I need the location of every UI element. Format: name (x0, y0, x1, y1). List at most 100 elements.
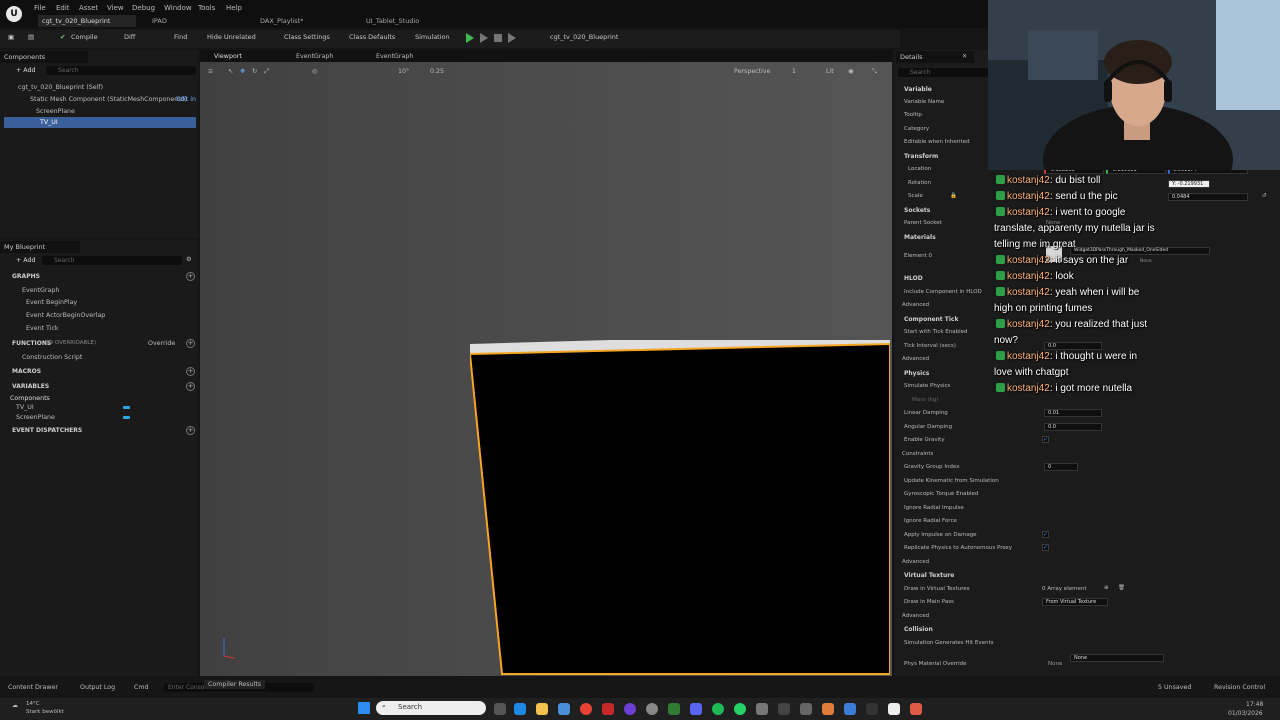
clock-time[interactable]: 17:48 (1246, 701, 1263, 708)
store-icon[interactable] (558, 703, 570, 715)
rotation-snap-value[interactable]: 10° (398, 68, 409, 75)
revision-control-button[interactable]: Revision Control (1214, 684, 1265, 691)
file-explorer-icon[interactable] (536, 703, 548, 715)
simulation-button[interactable]: Simulation (415, 33, 450, 41)
world-local-icon[interactable]: ◎ (312, 68, 318, 75)
menu-tools[interactable]: Tools (198, 4, 215, 12)
components-search-input[interactable]: Search (46, 66, 196, 75)
app-icon[interactable] (668, 703, 680, 715)
spotify-icon[interactable] (712, 703, 724, 715)
gravity-group-field[interactable]: 0 (1044, 463, 1078, 471)
app-icon[interactable] (602, 703, 614, 715)
diff-button[interactable]: Diff (124, 33, 135, 41)
section-variable[interactable]: Variable (904, 86, 932, 93)
whatsapp-icon[interactable] (734, 703, 746, 715)
scale-dropdown[interactable]: Scale (908, 193, 923, 199)
section-sockets[interactable]: Sockets (904, 207, 930, 214)
app-icon[interactable] (778, 703, 790, 715)
add-macro-icon[interactable]: + (186, 367, 195, 376)
component-root[interactable]: cgt_tv_020_Blueprint (Self) (18, 84, 103, 91)
edit-in-link[interactable]: Edit in (176, 96, 196, 103)
class-defaults-button[interactable]: Class Defaults (349, 33, 395, 41)
section-hlod[interactable]: HLOD (904, 275, 923, 282)
components-tab[interactable]: Components (0, 51, 88, 63)
class-settings-button[interactable]: Class Settings (284, 33, 330, 41)
event-tick[interactable]: Event Tick (26, 325, 59, 332)
debug-object-select[interactable]: cgt_tv_020_Blueprint (550, 33, 618, 41)
weather-temp[interactable]: 14°C (26, 701, 40, 707)
edge-icon[interactable] (514, 703, 526, 715)
variable-tv-ui[interactable]: TV_UI (16, 404, 34, 411)
menu-asset[interactable]: Asset (79, 4, 98, 12)
section-physics[interactable]: Physics (904, 370, 929, 377)
rotation-dropdown[interactable]: Rotation (908, 180, 931, 186)
select-tool-icon[interactable]: ↖ (228, 68, 233, 75)
location-dropdown[interactable]: Location (908, 166, 931, 172)
variables-header[interactable]: VARIABLES (12, 383, 49, 390)
lock-icon[interactable]: 🔒 (950, 193, 957, 199)
close-icon[interactable]: ✕ (962, 53, 967, 60)
clock-date[interactable]: 01/03/2026 (1228, 710, 1263, 717)
menu-edit[interactable]: Edit (56, 4, 70, 12)
show-flags-icon[interactable]: ◉ (848, 68, 854, 75)
apply-impulse-checkbox[interactable]: ✓ (1042, 531, 1049, 538)
weather-desc[interactable]: Stark bewölkt (26, 709, 64, 715)
app-icon[interactable] (646, 703, 658, 715)
variables-components-group[interactable]: Components (10, 395, 50, 402)
tab-eventgraph[interactable]: EventGraph (296, 53, 333, 60)
browse-icon[interactable]: ▤ (28, 33, 34, 41)
menu-window[interactable]: Window (164, 4, 192, 12)
app-icon[interactable] (844, 703, 856, 715)
taskbar-search-input[interactable]: Search (376, 701, 486, 715)
component-tv-ui[interactable]: TV_UI (40, 119, 58, 126)
section-collision[interactable]: Collision (904, 626, 933, 633)
viewport-options-icon[interactable]: ≡ (208, 68, 213, 75)
app-icon[interactable] (756, 703, 768, 715)
save-icon[interactable]: ▣ (8, 33, 14, 41)
task-view-icon[interactable] (494, 703, 506, 715)
event-actorbeginoverlap[interactable]: Event ActorBeginOverlap (26, 312, 105, 319)
myblueprint-search-input[interactable]: Search (42, 256, 182, 265)
find-button[interactable]: Find (174, 33, 187, 41)
details-search-input[interactable]: Search (898, 68, 988, 77)
component-screenplane[interactable]: ScreenPlane (36, 108, 75, 115)
section-component-tick[interactable]: Component Tick (904, 316, 958, 323)
compiler-results-tab[interactable]: Compiler Results (204, 680, 266, 689)
menu-debug[interactable]: Debug (132, 4, 155, 12)
tab-viewport[interactable]: Viewport (214, 53, 242, 60)
settings-gear-icon[interactable]: ⚙ (186, 256, 192, 263)
rotate-tool-icon[interactable]: ↻ (252, 68, 257, 75)
app-icon[interactable] (866, 703, 878, 715)
angular-damping-field[interactable]: 0.0 (1044, 423, 1102, 431)
tab-eventgraph-2[interactable]: EventGraph (376, 53, 413, 60)
constraints-group[interactable]: Constraints (902, 451, 933, 457)
cmd-dropdown[interactable]: Cmd (134, 684, 149, 691)
app-icon[interactable] (800, 703, 812, 715)
maximize-icon[interactable]: ⤡ (872, 68, 877, 76)
event-dispatchers-header[interactable]: EVENT DISPATCHERS (12, 427, 82, 434)
step-icon[interactable] (480, 33, 488, 43)
unsaved-indicator[interactable]: 5 Unsaved (1158, 684, 1191, 691)
tv-screen[interactable] (470, 342, 890, 675)
menu-help[interactable]: Help (226, 4, 242, 12)
screen-plane-mesh[interactable] (470, 340, 890, 676)
hlod-advanced[interactable]: Advanced (902, 302, 929, 308)
myblueprint-add-button[interactable]: + Add (16, 257, 35, 264)
windows-start-icon[interactable] (358, 702, 370, 714)
add-dispatcher-icon[interactable]: + (186, 426, 195, 435)
enable-gravity-checkbox[interactable]: ✓ (1042, 436, 1049, 443)
scale-tool-icon[interactable]: ⤢ (264, 68, 269, 76)
tab-ipad[interactable]: IPAD (148, 15, 228, 27)
blender-icon[interactable] (822, 703, 834, 715)
tick-advanced[interactable]: Advanced (902, 356, 929, 362)
obs-icon[interactable] (624, 703, 636, 715)
phys-material-dropdown[interactable]: None (1070, 654, 1164, 662)
move-tool-icon[interactable]: ✥ (240, 68, 245, 75)
camera-speed-value[interactable]: 1 (792, 68, 796, 75)
lit-dropdown[interactable]: Lit (826, 68, 834, 75)
component-mesh[interactable]: Static Mesh Component (StaticMeshCompone… (30, 96, 187, 103)
graphs-header[interactable]: GRAPHS (12, 273, 40, 280)
linear-damping-field[interactable]: 0.01 (1044, 409, 1102, 417)
skip-icon[interactable] (508, 33, 516, 43)
add-function-icon[interactable]: + (186, 339, 195, 348)
